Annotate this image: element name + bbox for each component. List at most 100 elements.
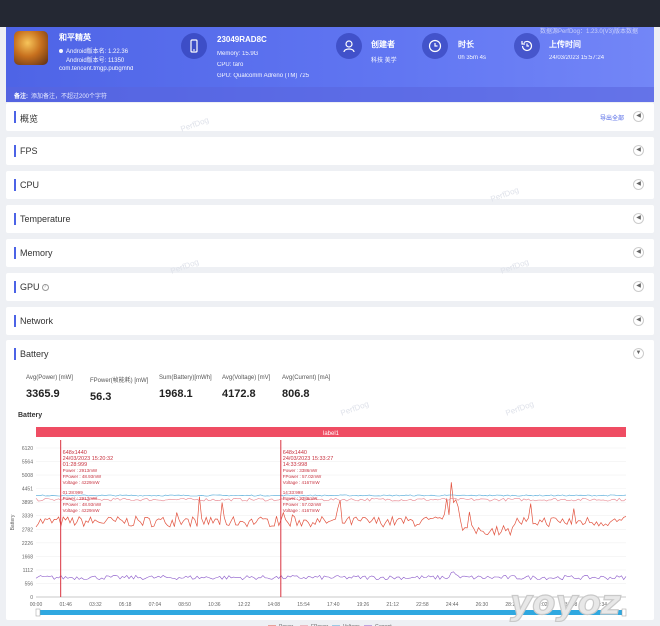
expand-toggle-icon[interactable]: ▼ — [633, 348, 644, 359]
x-tick-label: 14:08 — [268, 602, 281, 608]
section-label: Temperature — [20, 214, 71, 224]
y-tick-label: 3895 — [22, 500, 33, 506]
site-logo: yoyoz — [509, 582, 621, 622]
section-accent-bar — [14, 315, 16, 327]
stat-label: FPower(帧能耗) [mW] — [90, 378, 149, 384]
slider-handle-left — [35, 608, 41, 617]
stat-avg-voltage: Avg(Voltage) [mV] 4172.8 — [222, 375, 270, 400]
section-accent-bar — [14, 213, 16, 225]
marker-tooltip-text: FPower : 48.93mW — [63, 474, 102, 479]
upload-label: 上传时间 — [549, 40, 581, 49]
user-icon — [336, 33, 362, 59]
section-fps[interactable]: FPS ◀ — [6, 137, 654, 165]
x-tick-label: 12:22 — [238, 602, 251, 608]
android-version-code: Android版本号: 11350 — [66, 58, 125, 64]
chart-title: Battery — [18, 412, 43, 419]
y-tick-label: 5008 — [22, 473, 33, 479]
stat-fpower: FPower(帧能耗) [mW] 56.3 — [90, 375, 148, 403]
section-label: Battery — [20, 349, 49, 359]
x-tick-label: 05:18 — [119, 602, 132, 608]
x-tick-label: 15:54 — [297, 602, 310, 608]
marker-tooltip-text: FPower : 48.93mW — [63, 502, 102, 507]
marker-tooltip-text: Power : 2913mW — [63, 496, 98, 501]
stat-avg-power: Avg(Power) [mW] 3365.9 — [26, 375, 73, 400]
label-band-text: label1 — [323, 431, 340, 437]
collapse-toggle-icon[interactable]: ◀ — [633, 179, 644, 190]
marker-tooltip-text: FPower : 57.02mW — [283, 474, 322, 479]
section-cpu[interactable]: CPU ◀ — [6, 171, 654, 199]
collapse-toggle-icon[interactable]: ◀ — [633, 145, 644, 156]
x-tick-label: 26:30 — [476, 602, 489, 608]
x-tick-label: 22:58 — [416, 602, 429, 608]
marker-tooltip-text: Voltage : 4229mW — [63, 508, 101, 513]
section-memory[interactable]: Memory ◀ — [6, 239, 654, 267]
marker-tooltip-text: 01:28:999 — [63, 490, 84, 495]
section-label: FPS — [20, 146, 38, 156]
note-label: 备注: — [14, 94, 28, 100]
duration-value: 0h 35m 4s — [458, 55, 487, 61]
x-tick-label: 00:00 — [30, 602, 43, 608]
app-name: 和平精英 — [59, 33, 91, 42]
x-tick-label: 03:32 — [89, 602, 102, 608]
y-tick-label: 6120 — [22, 446, 33, 452]
note-bar[interactable]: 备注: 添加备注，不超过200个字符 — [6, 87, 654, 102]
section-network[interactable]: Network ◀ — [6, 307, 654, 335]
device-cpu: CPU: taro — [217, 62, 244, 68]
stat-label: Avg(Current) [mA] — [282, 375, 331, 381]
export-all-link[interactable]: 导出全部 — [600, 113, 624, 122]
phone-icon — [181, 33, 207, 59]
svg-text:yoyoz: yoyoz — [510, 583, 621, 622]
creator-label: 创建者 — [371, 40, 395, 49]
x-tick-label: 17:40 — [327, 602, 340, 608]
y-tick-label: 0 — [30, 595, 33, 601]
y-tick-label: 2226 — [22, 541, 33, 547]
collapse-toggle-icon[interactable]: ◀ — [633, 281, 644, 292]
creator-value: 科技 美学 — [371, 58, 397, 64]
stat-value: 56.3 — [90, 391, 112, 403]
x-tick-label: 21:12 — [386, 602, 399, 608]
package-name: com.tencent.tmgp.pubgmhd — [59, 66, 134, 72]
help-icon[interactable]: ? — [41, 284, 49, 292]
section-label: Memory — [20, 248, 53, 258]
game-icon — [14, 31, 48, 65]
android-version-name: Android版本名: 1.22.36 — [59, 46, 128, 55]
stat-value: 3365.9 — [26, 388, 60, 400]
collapse-toggle-icon[interactable]: ◀ — [633, 247, 644, 258]
section-label: CPU — [20, 180, 40, 190]
series-line-voltage — [36, 494, 627, 497]
section-gpu[interactable]: GPU? ◀ — [6, 273, 654, 301]
note-input[interactable]: 添加备注，不超过200个字符 — [31, 94, 107, 100]
stat-label: Sum(Battery)[mWh] — [159, 375, 212, 381]
series-line-power — [35, 482, 627, 537]
section-accent-bar — [14, 111, 16, 123]
section-accent-bar — [14, 145, 16, 157]
section-label: 概览 — [20, 114, 39, 124]
stat-value: 1968.1 — [159, 388, 193, 400]
x-tick-label: 07:04 — [149, 602, 162, 608]
section-accent-bar — [14, 348, 16, 360]
clock-icon — [422, 33, 448, 59]
version-note: 数据源PerfDog：1.23.0(V3)版本数据 — [539, 29, 638, 35]
y-tick-label: 4451 — [22, 487, 33, 493]
section-overview[interactable]: 概览 导出全部 ◀ — [6, 103, 654, 131]
marker-tooltip-text: Power : 3386mW — [283, 496, 318, 501]
device-model: 23049RAD8C — [217, 35, 267, 44]
section-temperature[interactable]: Temperature ◀ — [6, 205, 654, 233]
collapse-toggle-icon[interactable]: ◀ — [633, 111, 644, 122]
x-tick-label: 01:46 — [59, 602, 72, 608]
history-icon — [514, 33, 540, 59]
stat-label: Avg(Power) [mW] — [26, 375, 73, 381]
marker-tooltip-text: Power : 2913mW — [63, 468, 98, 473]
section-accent-bar — [14, 281, 16, 293]
collapse-toggle-icon[interactable]: ◀ — [633, 315, 644, 326]
x-tick-label: 19:26 — [357, 602, 370, 608]
duration-label: 时长 — [458, 40, 474, 49]
y-tick-label: 5564 — [22, 460, 33, 466]
collapse-toggle-icon[interactable]: ◀ — [633, 213, 644, 224]
stat-avg-current: Avg(Current) [mA] 806.8 — [282, 375, 330, 400]
y-tick-label: 1112 — [23, 568, 34, 574]
marker-tooltip-text: Voltage : 4229mW — [63, 480, 101, 485]
x-tick-label: 10:36 — [208, 602, 221, 608]
stat-sum-battery: Sum(Battery)[mWh] 1968.1 — [159, 375, 212, 400]
y-axis-label: Battery — [10, 514, 16, 530]
